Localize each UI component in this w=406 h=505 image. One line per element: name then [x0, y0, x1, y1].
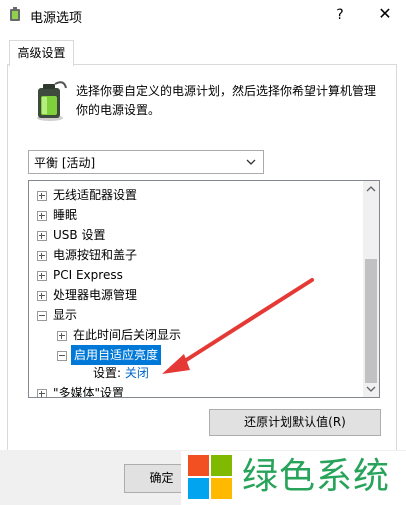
scroll-up-icon[interactable] — [363, 181, 379, 197]
expand-icon[interactable] — [37, 251, 47, 261]
windows-logo-icon — [188, 455, 232, 499]
battery-icon — [37, 81, 67, 121]
setting-label: 设置: — [93, 366, 122, 380]
expand-icon[interactable] — [37, 191, 47, 201]
collapse-icon[interactable] — [37, 311, 47, 321]
expand-icon[interactable] — [37, 211, 47, 221]
power-plan-select[interactable]: 平衡 [活动] — [28, 150, 264, 174]
description-text: 选择你要自定义的电源计划，然后选择你希望计算机管理你的电源设置。 — [76, 84, 377, 117]
expand-icon[interactable] — [37, 271, 47, 281]
window-title: 电源选项 — [30, 11, 83, 26]
dropdown-arrow-icon — [246, 159, 256, 165]
help-button[interactable]: ? — [330, 4, 350, 26]
scroll-thumb[interactable] — [365, 259, 377, 383]
expand-icon[interactable] — [37, 389, 47, 397]
power-plan-value: 平衡 [活动] — [34, 156, 96, 170]
settings-tree[interactable]: 无线适配器设置 睡眠 USB 设置 电源按钮和盖子 PCI Express 处理… — [28, 180, 380, 398]
expand-icon[interactable] — [37, 291, 47, 301]
tree-scrollbar[interactable] — [363, 181, 379, 397]
title-bar: 电源选项 ? ✕ — [0, 0, 406, 30]
setting-value[interactable]: 关闭 — [125, 366, 149, 380]
collapse-icon[interactable] — [57, 351, 67, 361]
expand-icon[interactable] — [37, 231, 47, 241]
tree-item-setting[interactable]: 设置: 关闭 — [93, 363, 149, 383]
tab-advanced-settings[interactable]: 高级设置 — [9, 40, 74, 66]
expand-icon[interactable] — [57, 331, 67, 341]
restore-defaults-button[interactable]: 还原计划默认值(R) — [209, 409, 381, 436]
power-options-icon — [10, 7, 20, 21]
close-button[interactable]: ✕ — [370, 2, 400, 26]
watermark-text: 绿色系统 — [242, 456, 391, 497]
scroll-down-icon[interactable] — [363, 381, 379, 397]
